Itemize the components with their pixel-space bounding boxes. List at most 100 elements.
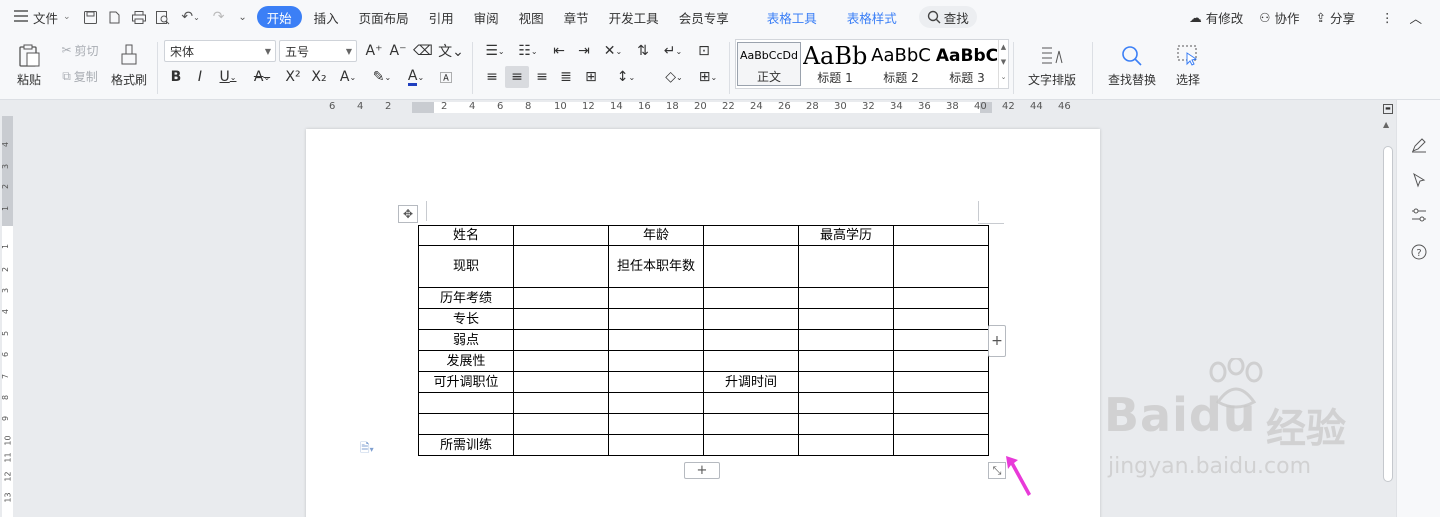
table-cell[interactable] <box>608 329 704 351</box>
table-cell[interactable] <box>798 413 894 435</box>
tab-insert[interactable]: 插入 <box>306 6 347 28</box>
strikethrough-button[interactable]: A ⌄ <box>247 66 277 88</box>
table-cell[interactable] <box>513 225 609 246</box>
underline-button[interactable]: U ⌄ <box>213 66 243 88</box>
line-spacing-button[interactable]: ↕ ⌄ <box>610 66 642 88</box>
tab-chapter[interactable]: 章节 <box>556 6 597 28</box>
cut-button[interactable]: ✂ 剪切 <box>55 40 105 60</box>
table-cell[interactable] <box>513 308 609 330</box>
scroll-up-icon[interactable]: ▲ <box>1383 120 1389 129</box>
table-cell[interactable] <box>608 308 704 330</box>
table-cell[interactable] <box>893 413 989 435</box>
tab-home[interactable]: 开始 <box>256 6 302 28</box>
copy-button[interactable]: ⧉ 复制 <box>55 66 105 86</box>
paste-button[interactable]: 粘贴 <box>10 40 48 92</box>
table-cell[interactable] <box>608 413 704 435</box>
tab-references[interactable]: 引用 <box>421 6 462 28</box>
style-heading-2[interactable]: AaBbC 标题 2 <box>869 42 933 86</box>
tab-stops-button[interactable]: ⊡ <box>692 40 716 62</box>
style-heading-1[interactable]: AaBb 标题 1 <box>803 42 867 86</box>
show-marks-button[interactable]: ↵ ⌄ <box>658 40 688 62</box>
table-cell[interactable] <box>513 371 609 393</box>
tab-page-layout[interactable]: 页面布局 <box>351 6 417 28</box>
table-cell[interactable] <box>703 287 799 309</box>
document-page[interactable]: ✥ 姓名 年龄 最高学历 现职 担任本职年数 历年考绩 专长 弱点 发展性 可升调职位 升调时间 所需… <box>306 129 1100 517</box>
modified-button[interactable]: ☁ 有修改 <box>1181 6 1251 28</box>
bullets-button[interactable]: ☰ ⌄ <box>480 40 510 62</box>
text-layout-button[interactable]: 文字排版 <box>1020 40 1084 92</box>
table-cell[interactable] <box>418 392 514 414</box>
find-replace-button[interactable]: 查找替换 <box>1100 40 1164 92</box>
table-cell[interactable] <box>703 434 799 456</box>
font-color-button[interactable]: A ⌄ <box>401 66 431 88</box>
shading-button[interactable]: ◇ ⌄ <box>658 66 690 88</box>
file-menu[interactable]: 文件 ⌄ <box>0 6 79 28</box>
vertical-ruler[interactable]: 4 3 2 1 1 2 3 4 5 6 7 8 9 10 11 12 13 <box>0 116 16 517</box>
tab-view[interactable]: 视图 <box>511 6 552 28</box>
table-cell[interactable]: 担任本职年数 <box>608 245 704 288</box>
tab-member[interactable]: 会员专享 <box>671 6 737 28</box>
table-cell[interactable] <box>703 308 799 330</box>
table-cell[interactable] <box>798 287 894 309</box>
table-cell[interactable] <box>893 287 989 309</box>
style-heading-3[interactable]: AaBbC 标题 3 <box>935 42 999 86</box>
collapse-ribbon-icon[interactable]: ︿ <box>1401 6 1430 28</box>
font-size-select[interactable]: 五号 ▼ <box>279 40 357 62</box>
add-column-button[interactable]: + <box>988 325 1006 357</box>
export-icon[interactable] <box>106 8 124 26</box>
clear-format-icon[interactable]: ⌫ <box>412 40 434 62</box>
style-gallery-scroll[interactable]: ▲ ▼ ⌄ <box>998 40 1008 88</box>
table-cell[interactable] <box>798 329 894 351</box>
table-cell[interactable] <box>893 329 989 351</box>
table-cell[interactable] <box>608 287 704 309</box>
table-cell[interactable] <box>608 434 704 456</box>
table-cell[interactable] <box>798 392 894 414</box>
table-cell[interactable]: 历年考绩 <box>418 287 514 309</box>
table-cell[interactable] <box>893 371 989 393</box>
borders-button[interactable]: ⊞ ⌄ <box>692 66 724 88</box>
table-cell[interactable] <box>703 245 799 288</box>
table-cell[interactable] <box>798 434 894 456</box>
table-cell[interactable]: 可升调职位 <box>418 371 514 393</box>
collab-button[interactable]: ⚇ 协作 <box>1251 6 1307 28</box>
text-effect-button[interactable]: A ⌄ <box>333 66 363 88</box>
paragraph-icon[interactable]: 🗎▾ <box>360 439 374 460</box>
quick-access-more-icon[interactable]: ⌄ <box>234 8 252 26</box>
table-cell[interactable] <box>893 350 989 372</box>
pinyin-icon[interactable]: 文⌄ <box>436 40 466 62</box>
select-button[interactable]: 选择 <box>1168 40 1208 92</box>
italic-button[interactable]: I <box>189 66 211 88</box>
table-cell[interactable] <box>608 392 704 414</box>
table-cell[interactable] <box>513 434 609 456</box>
distribute-button[interactable]: ⊞ <box>580 66 602 88</box>
tab-table-style[interactable]: 表格样式 <box>839 6 905 28</box>
print-icon[interactable] <box>130 8 148 26</box>
help-icon[interactable]: ? <box>1409 242 1429 262</box>
shrink-font-icon[interactable]: A⁻ <box>387 40 409 62</box>
align-left-button[interactable]: ≡ <box>481 66 503 88</box>
print-preview-icon[interactable] <box>154 8 172 26</box>
font-name-select[interactable]: 宋体 ▼ <box>164 40 276 62</box>
format-painter-button[interactable]: 格式刷 <box>108 40 150 92</box>
share-button[interactable]: ⇪ 分享 <box>1307 6 1363 28</box>
table-cell[interactable]: 所需训练 <box>418 434 514 456</box>
grow-font-icon[interactable]: A⁺ <box>363 40 385 62</box>
justify-button[interactable]: ≣ <box>555 66 577 88</box>
undo-icon[interactable]: ↶ ⌄ <box>178 8 204 26</box>
style-normal[interactable]: AaBbCcDd 正文 <box>737 42 801 86</box>
save-icon[interactable] <box>82 8 100 26</box>
table-move-handle[interactable]: ✥ <box>398 205 418 223</box>
document-table[interactable]: 姓名 年龄 最高学历 现职 担任本职年数 历年考绩 专长 弱点 发展性 可升调职位 升调时间 所需训练 <box>418 225 989 456</box>
table-cell[interactable] <box>798 350 894 372</box>
tab-developer[interactable]: 开发工具 <box>601 6 667 28</box>
numbering-button[interactable]: ☷ ⌄ <box>513 40 543 62</box>
increase-indent-button[interactable]: ⇥ <box>573 40 595 62</box>
table-cell[interactable] <box>513 287 609 309</box>
table-cell[interactable] <box>893 245 989 288</box>
char-border-button[interactable]: 🄰 <box>435 66 457 88</box>
table-cell[interactable] <box>513 350 609 372</box>
table-cell[interactable] <box>513 329 609 351</box>
table-cell[interactable]: 专长 <box>418 308 514 330</box>
table-cell[interactable] <box>798 308 894 330</box>
vertical-scrollbar[interactable]: ▬ ▲ <box>1380 100 1396 517</box>
